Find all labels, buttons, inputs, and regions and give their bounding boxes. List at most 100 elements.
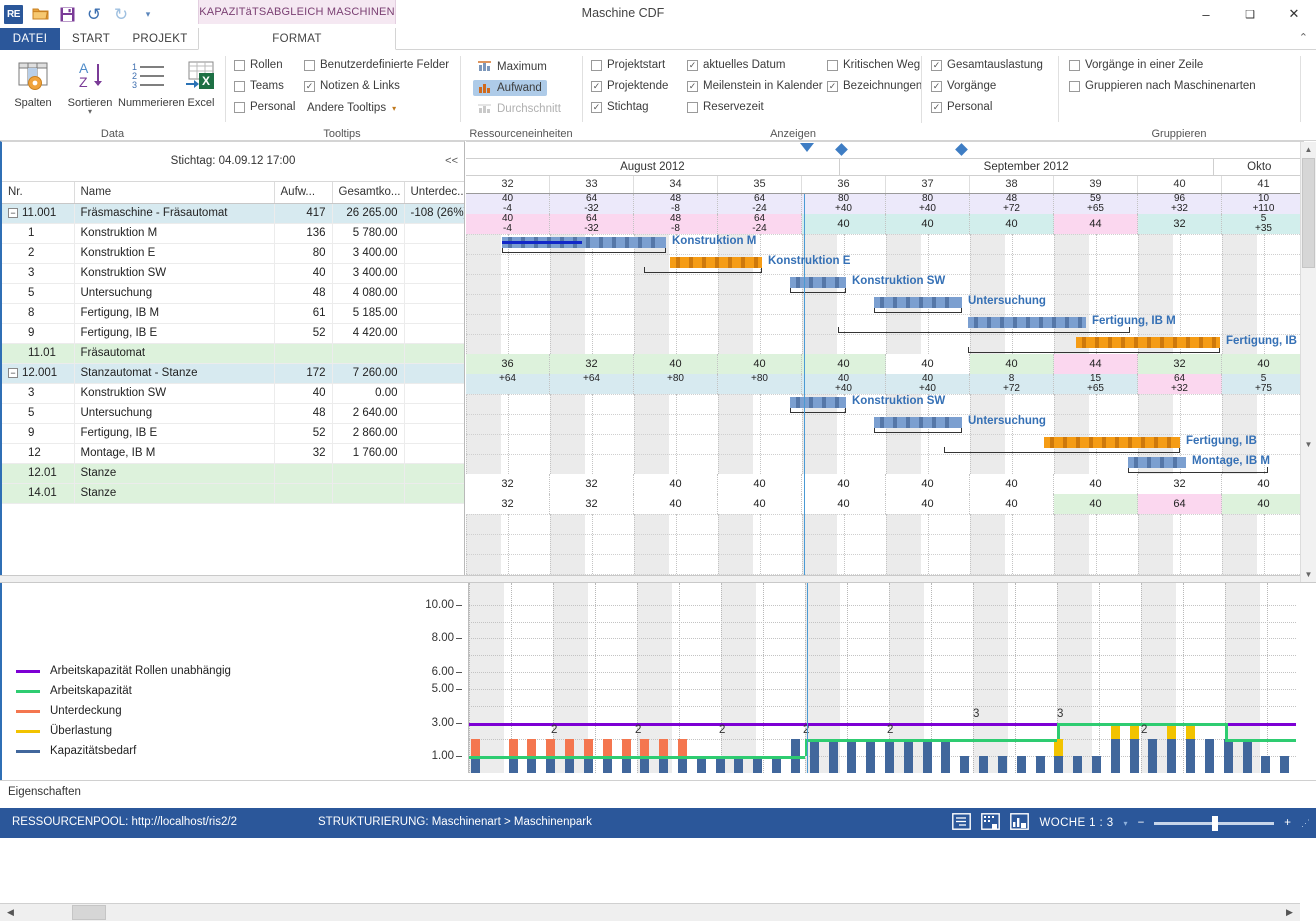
table-row[interactable]: 5 Untersuchung 48 2 640.00: [2, 403, 464, 424]
capacity-cell[interactable]: +80: [634, 374, 718, 394]
demand-bar[interactable]: [1280, 756, 1290, 773]
underdeckung-bar[interactable]: [678, 739, 687, 757]
capacity-cell[interactable]: 40: [718, 354, 802, 374]
capacity-cell[interactable]: 5 +75: [1222, 374, 1304, 394]
ribbon-tab-bar[interactable]: DATEI START PROJEKT FORMAT ⌃: [0, 28, 1316, 50]
capacity-cell[interactable]: 64 +32: [1138, 374, 1222, 394]
col-header-name[interactable]: Name: [74, 182, 275, 204]
capacity-cell[interactable]: 48 -8: [634, 214, 718, 234]
resource-table-pane[interactable]: Stichtag: 04.09.12 17:00 << Nr. Name Auf…: [0, 141, 465, 575]
capacity-cell[interactable]: +64: [550, 374, 634, 394]
capacity-cell[interactable]: 40: [886, 354, 970, 374]
checkbox-box[interactable]: [234, 59, 245, 71]
scroll-right-arrow-icon[interactable]: ▶: [1281, 904, 1298, 921]
capacity-cell[interactable]: 59 +65: [1054, 194, 1138, 214]
capacity-cell[interactable]: 40: [886, 474, 970, 494]
underdeckung-bar[interactable]: [602, 739, 612, 757]
underdeckung-bar[interactable]: [546, 739, 556, 757]
checkbox-box[interactable]: ✓: [304, 80, 315, 92]
table-row[interactable]: 5 Untersuchung 48 4 080.00: [2, 283, 464, 304]
zoom-slider-thumb[interactable]: [1212, 815, 1219, 831]
capacity-cell[interactable]: 40: [634, 474, 718, 494]
capacity-cell[interactable]: 15 +65: [1054, 374, 1138, 394]
checkbox-box[interactable]: ✓: [687, 80, 698, 92]
capacity-cell[interactable]: 80 +40: [886, 194, 970, 214]
col-header-nr[interactable]: Nr.: [2, 182, 75, 204]
underdeckung-bar[interactable]: [565, 739, 575, 757]
capacity-cell[interactable]: +80: [718, 374, 802, 394]
expander-icon[interactable]: −: [8, 367, 18, 378]
demand-bar[interactable]: [1167, 739, 1177, 773]
minimize-button[interactable]: –: [1184, 0, 1228, 28]
table-row[interactable]: 8 Fertigung, IB M 61 5 185.00: [2, 303, 464, 324]
underdeckung-bar[interactable]: [583, 739, 593, 757]
table-row[interactable]: 12.01 Stanze: [2, 463, 464, 484]
capacity-cell[interactable]: 44: [1054, 214, 1138, 234]
demand-bar[interactable]: [1129, 739, 1139, 773]
chart-plot-area[interactable]: 22222332: [468, 583, 1296, 773]
capacity-cell[interactable]: 64 -32: [550, 194, 634, 214]
capacity-cell[interactable]: 40: [970, 474, 1054, 494]
capacity-cell[interactable]: 32: [1138, 214, 1222, 234]
demand-bar[interactable]: [1186, 739, 1196, 773]
checkbox-bezeichnungen[interactable]: ✓ Bezeichnungen: [827, 80, 922, 92]
underdeckung-bar[interactable]: [471, 739, 480, 757]
resize-grip-icon[interactable]: ⋰: [1301, 818, 1310, 829]
demand-bar[interactable]: [809, 739, 819, 773]
capacity-cell[interactable]: 40: [1054, 474, 1138, 494]
demand-bar[interactable]: [922, 739, 932, 773]
checkbox-gesamtauslastung[interactable]: ✓ Gesamtauslastung: [931, 59, 1043, 71]
week-number[interactable]: 36: [802, 176, 886, 193]
gantt-bar[interactable]: [874, 417, 962, 428]
capacity-cell[interactable]: 32: [1138, 474, 1222, 494]
capacity-cell[interactable]: 40: [718, 494, 802, 514]
capacity-cell[interactable]: 40: [970, 354, 1054, 374]
gantt-bar[interactable]: [1044, 437, 1180, 448]
capacity-cell[interactable]: 40: [802, 474, 886, 494]
capacity-cell[interactable]: 80 +40: [802, 194, 886, 214]
sortieren-button[interactable]: A Z Sortieren ▾: [62, 54, 118, 116]
week-number[interactable]: 34: [634, 176, 718, 193]
zoom-caret-icon[interactable]: ▾: [1124, 819, 1128, 828]
checkbox-reservezeit[interactable]: Reservezeit: [687, 101, 764, 113]
spalten-button[interactable]: Spalten: [6, 54, 60, 109]
col-header-gesamtkosten[interactable]: Gesamtko...: [332, 182, 405, 204]
maximum-button[interactable]: Maximum: [473, 59, 552, 75]
checkbox-box[interactable]: ✓: [827, 80, 838, 92]
checkbox-box[interactable]: ✓: [931, 59, 942, 71]
capacity-cell[interactable]: 40 -4: [466, 214, 550, 234]
checkbox-benutzerdefinierte-felder[interactable]: Benutzerdefinierte Felder: [304, 59, 449, 71]
zoom-level-label[interactable]: WOCHE 1 : 3: [1039, 817, 1113, 829]
capacity-cell[interactable]: 40 -4: [466, 194, 550, 214]
checkbox-box[interactable]: [1069, 59, 1080, 71]
underdeckung-bar[interactable]: [527, 739, 537, 757]
gantt-bar[interactable]: [790, 397, 846, 408]
milestone-marker-icon[interactable]: [800, 143, 814, 152]
capacity-cell[interactable]: 40: [886, 494, 970, 514]
ribbon[interactable]: Spalten A Z Sortieren ▾ 1 2 3 Nummeriere…: [0, 50, 1316, 141]
table-row[interactable]: 11.01 Fräsautomat: [2, 343, 464, 364]
scroll-left-arrow-icon[interactable]: ◀: [2, 904, 19, 921]
table-row[interactable]: 1 Konstruktion M 136 5 780.00: [2, 223, 464, 244]
demand-bar[interactable]: [1073, 756, 1083, 773]
capacity-cell[interactable]: 40: [970, 214, 1054, 234]
table-row[interactable]: 14.01 Stanze: [2, 483, 464, 504]
excel-button[interactable]: X Excel: [182, 54, 220, 109]
capacity-cell[interactable]: 36: [466, 354, 550, 374]
capacity-cell[interactable]: 64 -32: [550, 214, 634, 234]
chart-scroll-down-arrow-icon[interactable]: ▼: [1301, 567, 1316, 582]
capacity-cell[interactable]: 64 -24: [718, 214, 802, 234]
checkbox-teams[interactable]: Teams: [234, 80, 284, 92]
checkbox-vorgaenge[interactable]: ✓ Vorgänge: [931, 80, 996, 92]
checkbox-box[interactable]: [591, 59, 602, 71]
horizontal-scrollbar[interactable]: ◀ ▶: [0, 903, 1300, 921]
checkbox-projektstart[interactable]: Projektstart: [591, 59, 665, 71]
week-number[interactable]: 38: [970, 176, 1054, 193]
capacity-cell[interactable]: 64 -24: [718, 194, 802, 214]
andere-tooltips-button[interactable]: Andere Tooltips ▾: [302, 100, 401, 116]
checkbox-box[interactable]: ✓: [931, 101, 942, 113]
horizontal-splitter[interactable]: [0, 575, 1316, 583]
capacity-cell[interactable]: 40: [718, 474, 802, 494]
week-number[interactable]: 37: [886, 176, 970, 193]
demand-bar[interactable]: [960, 756, 970, 773]
